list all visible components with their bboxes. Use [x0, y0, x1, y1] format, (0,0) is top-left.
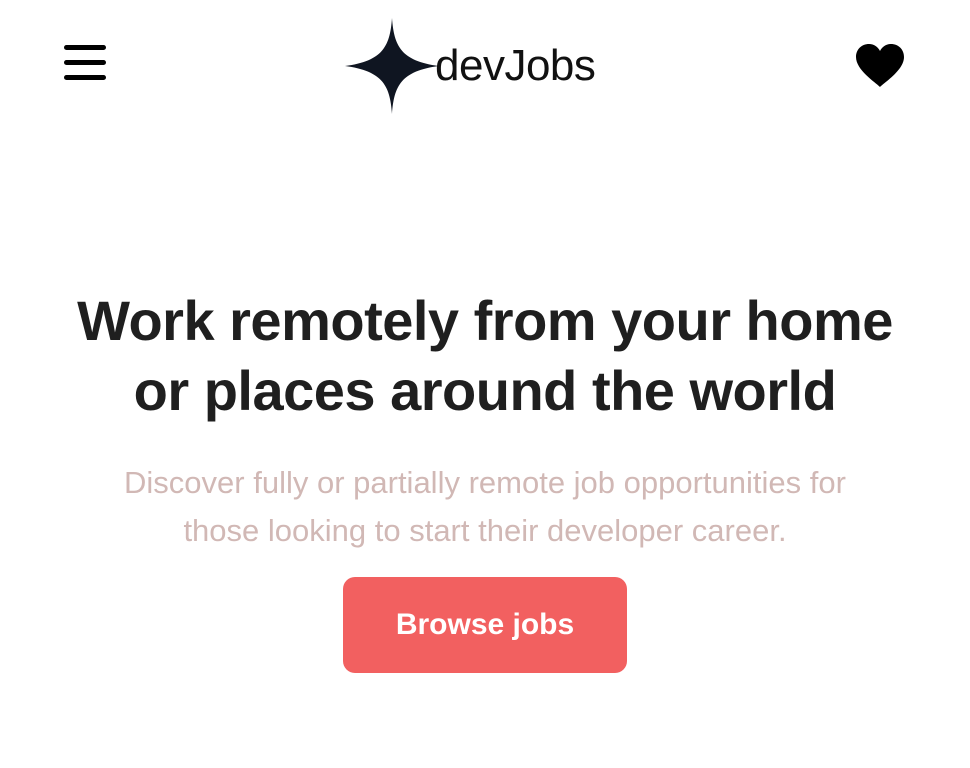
four-point-star-icon: [345, 18, 439, 114]
site-logo[interactable]: devJobs: [345, 18, 596, 114]
hero-section: Work remotely from your home or places a…: [0, 286, 970, 673]
menu-line: [64, 60, 106, 65]
hero-subtitle: Discover fully or partially remote job o…: [124, 465, 846, 548]
logo-text: devJobs: [435, 41, 596, 90]
landing-page: devJobs Work remotely from your home or …: [0, 0, 970, 768]
menu-line: [64, 45, 106, 50]
hero-title: Work remotely from your home or places a…: [0, 286, 970, 426]
hero-title-line-1: Work remotely from your home: [77, 289, 893, 352]
hamburger-menu-icon[interactable]: [62, 43, 108, 83]
hero-title-line-2: or places around the world: [133, 359, 837, 422]
heart-icon[interactable]: [853, 42, 907, 88]
menu-line: [64, 75, 106, 80]
site-header: devJobs: [0, 0, 970, 130]
browse-jobs-button[interactable]: Browse jobs: [343, 577, 627, 673]
